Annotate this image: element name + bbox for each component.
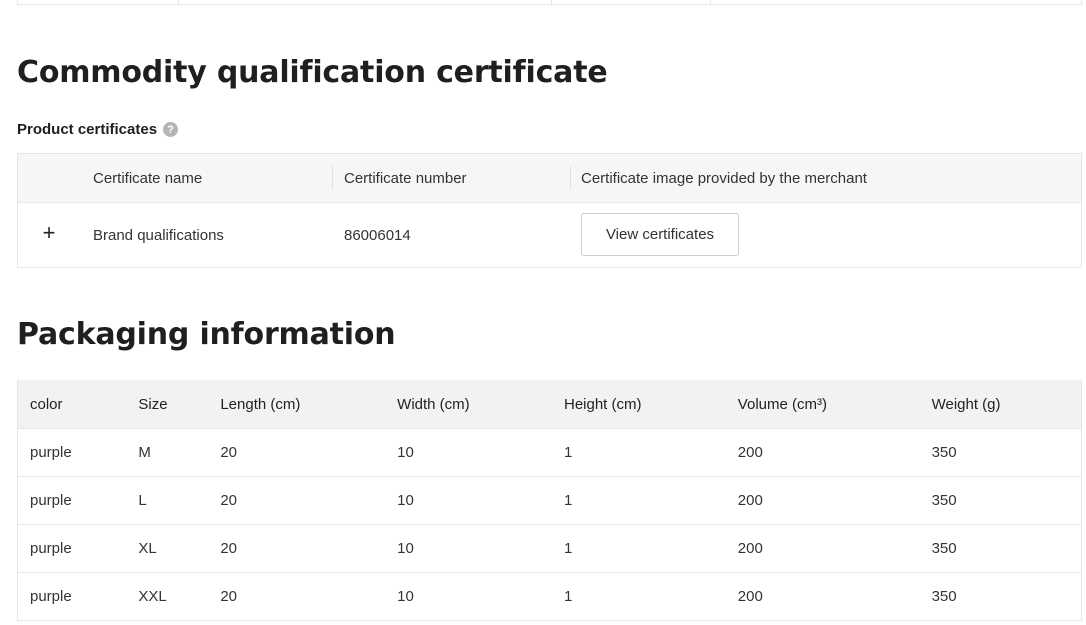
- cell-volume: 200: [725, 428, 920, 477]
- packaging-table: color Size Length (cm) Width (cm) Height…: [17, 380, 1082, 621]
- cell-weight: 350: [919, 476, 1082, 525]
- cell-width: 10: [385, 572, 552, 621]
- table-row: purple L 20 10 1 200 350: [17, 476, 1082, 525]
- cell-color: purple: [17, 572, 127, 621]
- previous-table-bottom: [17, 0, 1082, 5]
- certificate-table: Certificate name Certificate number Cert…: [17, 153, 1082, 268]
- cell-weight: 350: [919, 428, 1082, 477]
- certificate-table-header: Certificate name Certificate number Cert…: [18, 154, 1081, 203]
- header-height: Height (cm): [551, 380, 726, 429]
- table-row: purple XL 20 10 1 200 350: [17, 524, 1082, 573]
- help-icon[interactable]: ?: [163, 122, 179, 137]
- cell-height: 1: [551, 572, 726, 621]
- header-certificate-name: Certificate name: [93, 170, 203, 187]
- cell-height: 1: [551, 476, 726, 525]
- cell-volume: 200: [725, 572, 920, 621]
- packaging-header-row: color Size Length (cm) Width (cm) Height…: [17, 380, 1082, 429]
- cell-length: 20: [208, 572, 386, 621]
- cell-weight: 350: [919, 524, 1082, 573]
- header-size: Size: [126, 380, 209, 429]
- header-certificate-number: Certificate number: [344, 170, 467, 187]
- cell-color: purple: [17, 428, 127, 477]
- cell-width: 10: [385, 428, 552, 477]
- cell-volume: 200: [725, 524, 920, 573]
- cell-color: purple: [17, 524, 127, 573]
- cell-length: 20: [208, 524, 386, 573]
- cell-height: 1: [551, 428, 726, 477]
- cell-volume: 200: [725, 476, 920, 525]
- packaging-section-title: Packaging information: [17, 317, 396, 352]
- cell-weight: 350: [919, 572, 1082, 621]
- header-width: Width (cm): [385, 380, 552, 429]
- header-length: Length (cm): [208, 380, 386, 429]
- certificate-number-cell: 86006014: [344, 227, 411, 244]
- cell-size: L: [126, 476, 209, 525]
- product-certificates-text: Product certificates: [17, 121, 158, 138]
- header-certificate-image: Certificate image provided by the mercha…: [581, 170, 867, 187]
- view-certificates-button[interactable]: View certificates: [581, 213, 739, 256]
- cell-size: XL: [126, 524, 209, 573]
- header-color: color: [17, 380, 127, 429]
- expand-row-icon[interactable]: +: [40, 222, 58, 244]
- product-certificates-label: Product certificates ?: [17, 121, 179, 138]
- cell-size: M: [126, 428, 209, 477]
- cell-width: 10: [385, 524, 552, 573]
- table-row: purple M 20 10 1 200 350: [17, 428, 1082, 477]
- cell-length: 20: [208, 476, 386, 525]
- commodity-section-title: Commodity qualification certificate: [17, 55, 608, 90]
- header-weight: Weight (g): [919, 380, 1082, 429]
- cell-width: 10: [385, 476, 552, 525]
- table-row: purple XXL 20 10 1 200 350: [17, 572, 1082, 621]
- certificate-name-cell: Brand qualifications: [93, 227, 224, 244]
- cell-height: 1: [551, 524, 726, 573]
- header-volume: Volume (cm³): [725, 380, 920, 429]
- cell-color: purple: [17, 476, 127, 525]
- cell-size: XXL: [126, 572, 209, 621]
- cell-length: 20: [208, 428, 386, 477]
